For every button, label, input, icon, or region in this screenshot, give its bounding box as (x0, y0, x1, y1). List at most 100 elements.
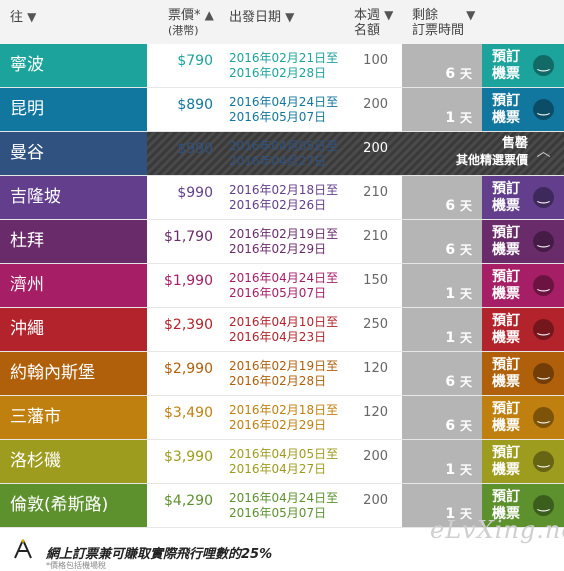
date-end: 2016年02月29日 (229, 242, 327, 256)
date-end: 2016年02月26日 (229, 198, 327, 212)
book-button[interactable]: 預訂 機票 ‿ (482, 308, 564, 351)
smile-chevron-icon[interactable]: ‿ (533, 319, 554, 340)
table-row: 寧波 $790 2016年02月21日至 2016年02月28日 100 6 天… (0, 44, 564, 88)
date-start: 2016年02月18日至 (229, 183, 339, 197)
destination-cell[interactable]: 寧波 (0, 44, 147, 87)
remaining-days-unit: 天 (459, 243, 472, 257)
smile-chevron-icon[interactable]: ‿ (533, 187, 554, 208)
remaining-days: 1 (445, 286, 456, 302)
price-cell: $3,490 (164, 405, 213, 421)
smile-chevron-icon[interactable]: ‿ (533, 99, 554, 120)
seats-cell: 100 (363, 53, 388, 68)
smile-chevron-icon[interactable]: ‿ (533, 363, 554, 384)
remaining-days: 1 (445, 462, 456, 478)
seats-cell: 250 (363, 317, 388, 332)
date-cell: 2016年02月18日至 2016年02月29日 (229, 403, 338, 433)
book-button-label: 預訂 機票 (492, 181, 520, 214)
date-start: 2016年04月05日至 (229, 447, 339, 461)
remaining-days: 6 (445, 242, 456, 258)
book-button[interactable]: 預訂 機票 ‿ (482, 440, 564, 483)
date-end: 2016年05月07日 (229, 286, 327, 300)
book-button-label: 預訂 機票 (492, 225, 520, 258)
seats-cell: 150 (363, 273, 388, 288)
book-button-label: 預訂 機票 (492, 93, 520, 126)
seats-cell: 120 (363, 361, 388, 376)
seats-header-label2: 名額 (354, 23, 381, 38)
date-start: 2016年04月24日至 (229, 491, 339, 505)
seats-cell: 200 (363, 493, 388, 508)
book-button[interactable]: 預訂 機票 ‿ (482, 220, 564, 263)
destination-cell[interactable]: 洛杉磯 (0, 440, 147, 483)
date-cell: 2016年04月10日至 2016年04月23日 (229, 315, 338, 345)
date-end: 2016年04月27日 (229, 462, 327, 476)
smile-chevron-icon[interactable]: ‿ (533, 451, 554, 472)
table-row: 曼谷 $990 2016年04月05日至 2016年04月27日 200 售罄 … (0, 132, 564, 176)
remaining-time-cell: 6 天 (402, 396, 482, 439)
date-start: 2016年04月10日至 (229, 315, 339, 329)
price-header-label: 票價* (168, 8, 201, 23)
sold-out-cell[interactable]: 售罄 其他精選票價 (402, 136, 528, 168)
remaining-time-cell: 6 天 (402, 352, 482, 395)
destination-cell[interactable]: 倫敦(希斯路) (0, 484, 147, 527)
destination-cell[interactable]: 昆明 (0, 88, 147, 131)
destination-cell[interactable]: 曼谷 (0, 132, 147, 175)
destination-cell[interactable]: 杜拜 (0, 220, 147, 263)
table-row: 杜拜 $1,790 2016年02月19日至 2016年02月29日 210 6… (0, 220, 564, 264)
remaining-days-unit: 天 (459, 287, 472, 301)
smile-chevron-icon[interactable]: ‿ (533, 231, 554, 252)
date-start: 2016年02月19日至 (229, 359, 339, 373)
date-start: 2016年02月18日至 (229, 403, 339, 417)
date-cell: 2016年04月24日至 2016年05月07日 (229, 491, 338, 521)
book-button[interactable]: 預訂 機票 ‿ (482, 44, 564, 87)
seats-header[interactable]: 本週 ▼ 名額 (354, 8, 393, 38)
remaining-days: 6 (445, 418, 456, 434)
remaining-days-unit: 天 (459, 331, 472, 345)
date-start: 2016年02月19日至 (229, 227, 339, 241)
book-button[interactable]: 預訂 機票 ‿ (482, 264, 564, 307)
smile-chevron-icon[interactable]: ‿ (533, 407, 554, 428)
other-fares-link[interactable]: 其他精選票價 (402, 152, 528, 168)
table-row: 昆明 $890 2016年04月24日至 2016年05月07日 200 1 天… (0, 88, 564, 132)
smile-chevron-icon[interactable]: ‿ (533, 55, 554, 76)
seats-cell: 200 (363, 141, 388, 156)
book-button-label: 預訂 機票 (492, 313, 520, 346)
remaining-days-unit: 天 (459, 463, 472, 477)
price-header[interactable]: 票價* ▲ (港幣) (168, 8, 214, 38)
remaining-days: 1 (445, 110, 456, 126)
price-cell: $2,990 (164, 361, 213, 377)
book-button-label: 預訂 機票 (492, 445, 520, 478)
remaining-time-cell: 1 天 (402, 264, 482, 307)
remaining-time-cell: 6 天 (402, 44, 482, 87)
book-button[interactable]: 預訂 機票 ‿ (482, 176, 564, 219)
date-header[interactable]: 出發日期 ▼ (229, 10, 294, 25)
chevron-up-icon[interactable]: ︿ (533, 143, 554, 164)
remaining-time-cell: 6 天 (402, 176, 482, 219)
book-button[interactable]: 預訂 機票 ‿ (482, 396, 564, 439)
book-button[interactable]: 預訂 機票 ‿ (482, 352, 564, 395)
remaining-days-unit: 天 (459, 111, 472, 125)
book-button-label: 預訂 機票 (492, 49, 520, 82)
price-cell: $1,790 (164, 229, 213, 245)
destination-cell[interactable]: 約翰內斯堡 (0, 352, 147, 395)
triangle-down-icon: ▼ (27, 10, 37, 24)
seats-cell: 210 (363, 229, 388, 244)
remaining-days: 6 (445, 198, 456, 214)
destination-cell[interactable]: 濟州 (0, 264, 147, 307)
book-button[interactable]: 預訂 機票 ‿ (482, 88, 564, 131)
table-row: 三藩市 $3,490 2016年02月18日至 2016年02月29日 120 … (0, 396, 564, 440)
triangle-down-icon: ▼ (466, 8, 476, 22)
destination-cell[interactable]: 三藩市 (0, 396, 147, 439)
date-header-label: 出發日期 (229, 10, 282, 25)
dest-header[interactable]: 往 ▼ (10, 10, 36, 25)
destination-cell[interactable]: 沖繩 (0, 308, 147, 351)
remain-header-label: 剩餘 (412, 8, 439, 23)
date-cell: 2016年02月19日至 2016年02月29日 (229, 227, 338, 257)
table-row: 沖繩 $2,390 2016年04月10日至 2016年04月23日 250 1… (0, 308, 564, 352)
remain-header[interactable]: 剩餘 ▼ 訂票時間 (412, 8, 475, 38)
date-cell: 2016年02月21日至 2016年02月28日 (229, 51, 338, 81)
date-cell: 2016年02月18日至 2016年02月26日 (229, 183, 338, 213)
seats-header-label: 本週 (354, 8, 381, 23)
smile-chevron-icon[interactable]: ‿ (533, 275, 554, 296)
smile-chevron-icon[interactable]: ‿ (533, 495, 554, 516)
destination-cell[interactable]: 吉隆坡 (0, 176, 147, 219)
